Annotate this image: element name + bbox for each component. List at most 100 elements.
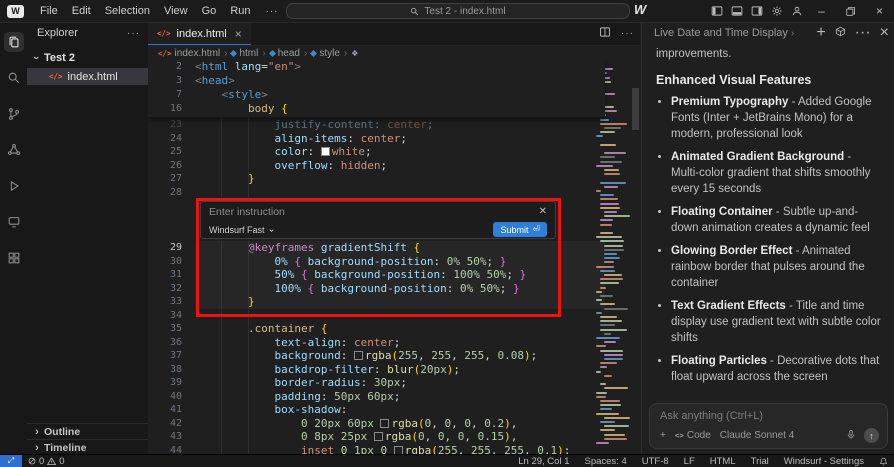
- status-item[interactable]: UTF-8: [642, 456, 669, 467]
- code-line[interactable]: 23 justify-content: center;: [148, 118, 605, 132]
- code-line[interactable]: 16 body {: [148, 102, 605, 116]
- restore-icon[interactable]: [836, 0, 865, 22]
- more-menus-icon[interactable]: ···: [258, 6, 287, 17]
- files-icon[interactable]: [4, 32, 24, 52]
- search-icon[interactable]: [4, 68, 24, 88]
- editor-more-icon[interactable]: ···: [621, 28, 634, 39]
- code-line[interactable]: 25 color: white;: [148, 145, 605, 159]
- line-number: 42: [148, 417, 195, 431]
- minimap-line: [604, 425, 629, 427]
- add-icon[interactable]: +: [816, 24, 825, 42]
- minimap-line: [600, 219, 613, 221]
- code-line[interactable]: 37 background: rgba(255, 255, 255, 0.08)…: [148, 349, 605, 363]
- close-icon[interactable]: ✕: [539, 207, 547, 217]
- close-icon[interactable]: ×: [865, 0, 894, 22]
- remote-indicator[interactable]: ⤢: [0, 455, 22, 467]
- explorer-more-icon[interactable]: ···: [127, 28, 140, 39]
- file-item-index-html[interactable]: </> index.html: [27, 68, 148, 85]
- remote-explorer-icon[interactable]: [4, 212, 24, 232]
- cascade-conversation[interactable]: improvements. Enhanced Visual Features P…: [642, 44, 894, 389]
- sticky-scroll[interactable]: 2<html lang="en">3<head>7 <style>16 body…: [148, 60, 605, 117]
- status-item[interactable]: Spaces: 4: [584, 456, 626, 467]
- code-line[interactable]: 43 0 8px 25px rgba(0, 0, 0, 0.15),: [148, 430, 605, 444]
- status-item[interactable]: Windsurf - Settings: [784, 456, 864, 467]
- submit-button[interactable]: Submit ⏎: [493, 222, 547, 237]
- layout-sidebar-left-icon[interactable]: [707, 0, 727, 22]
- code-line[interactable]: 27 }: [148, 172, 605, 186]
- code-line[interactable]: 40 padding: 50px 60px;: [148, 390, 605, 404]
- layout-sidebar-right-icon[interactable]: [747, 0, 767, 22]
- close-icon[interactable]: ×: [880, 24, 889, 42]
- notifications-bell-icon[interactable]: [879, 457, 888, 466]
- menu-edit[interactable]: Edit: [65, 5, 98, 17]
- editor-scrollbar[interactable]: [631, 60, 640, 455]
- model-selector[interactable]: Windsurf Fast: [209, 225, 275, 235]
- microphone-icon[interactable]: [846, 429, 856, 443]
- code-line[interactable]: 35 .container {: [148, 322, 605, 336]
- breadcrumb-item-indexhtml[interactable]: </>index.html: [158, 48, 220, 59]
- code-line[interactable]: 34: [148, 309, 605, 323]
- breadcrumb-item-head[interactable]: head: [270, 48, 300, 59]
- scrollbar-thumb[interactable]: [632, 88, 639, 130]
- source-control-icon[interactable]: [4, 104, 24, 124]
- menu-run[interactable]: Run: [223, 5, 257, 17]
- menu-view[interactable]: View: [157, 5, 195, 17]
- line-number: 39: [148, 376, 195, 390]
- minimap-line: [604, 127, 621, 129]
- code-line[interactable]: 2<html lang="en">: [148, 60, 605, 74]
- menu-selection[interactable]: Selection: [98, 5, 157, 17]
- code-line[interactable]: 7 <style>: [148, 88, 605, 102]
- run-debug-icon[interactable]: [4, 176, 24, 196]
- instruction-input[interactable]: Enter instruction: [209, 206, 285, 218]
- grid-icon[interactable]: [4, 248, 24, 268]
- minimap-line: [604, 173, 620, 175]
- code-line[interactable]: 28: [148, 186, 605, 200]
- menu-file[interactable]: File: [33, 5, 65, 17]
- line-number: 27: [148, 172, 195, 186]
- breadcrumb-item-style[interactable]: style: [311, 48, 340, 59]
- status-item[interactable]: Ln 29, Col 1: [518, 456, 569, 467]
- command-center-search[interactable]: Test 2 - index.html: [286, 3, 630, 19]
- split-editor-icon[interactable]: [599, 25, 611, 43]
- code-line[interactable]: 42 0 20px 60px rgba(0, 0, 0, 0.2),: [148, 417, 605, 431]
- code-editor[interactable]: 23 justify-content: center;24 align-item…: [148, 60, 640, 455]
- code-line[interactable]: 36 text-align: center;: [148, 336, 605, 350]
- conversation-title[interactable]: Live Date and Time Display: [654, 27, 788, 39]
- more-icon[interactable]: ···: [855, 24, 871, 42]
- settings-gear-icon[interactable]: [767, 0, 787, 22]
- tab-close-icon[interactable]: ×: [235, 27, 242, 41]
- code-line[interactable]: 26 overflow: hidden;: [148, 159, 605, 173]
- account-icon[interactable]: [787, 0, 807, 22]
- send-button[interactable]: ↑: [864, 428, 879, 443]
- code-line[interactable]: 41 box-shadow:: [148, 403, 605, 417]
- timeline-section[interactable]: › Timeline: [27, 439, 148, 455]
- code-line[interactable]: 38 backdrop-filter: blur(20px);: [148, 363, 605, 377]
- minimap-line: [604, 333, 611, 335]
- color-swatch: [380, 419, 389, 428]
- minimap-line: [600, 404, 621, 406]
- layout-panel-icon[interactable]: [727, 0, 747, 22]
- package-icon[interactable]: [835, 24, 846, 42]
- code-line[interactable]: 39 border-radius: 30px;: [148, 376, 605, 390]
- minimize-icon[interactable]: –: [807, 0, 836, 22]
- add-context-icon[interactable]: +: [660, 430, 666, 441]
- breadcrumb-item-html[interactable]: html: [231, 48, 258, 59]
- menu-go[interactable]: Go: [195, 5, 224, 17]
- status-item[interactable]: LF: [684, 456, 695, 467]
- model-selector[interactable]: Claude Sonnet 4: [720, 430, 795, 441]
- flows-icon[interactable]: [4, 140, 24, 160]
- outline-section[interactable]: › Outline: [27, 423, 148, 439]
- code-line[interactable]: 24 align-items: center;: [148, 132, 605, 146]
- ask-input[interactable]: Ask anything (Ctrl+L): [660, 410, 877, 422]
- minimap-line: [600, 429, 615, 431]
- workspace-folder[interactable]: › Test 2: [27, 50, 148, 66]
- minimap-line: [596, 392, 607, 394]
- problems-indicator[interactable]: 0 0: [28, 456, 65, 467]
- cascade-input-box[interactable]: Ask anything (Ctrl+L) + <> Code Claude S…: [649, 403, 888, 449]
- windsurf-logo-icon[interactable]: W: [7, 5, 24, 18]
- status-item[interactable]: Trial: [751, 456, 769, 467]
- status-item[interactable]: HTML: [710, 456, 736, 467]
- tab-index-html[interactable]: </> index.html ×: [148, 22, 251, 45]
- code-line[interactable]: 3<head>: [148, 74, 605, 88]
- code-mode-button[interactable]: <> Code: [675, 430, 711, 441]
